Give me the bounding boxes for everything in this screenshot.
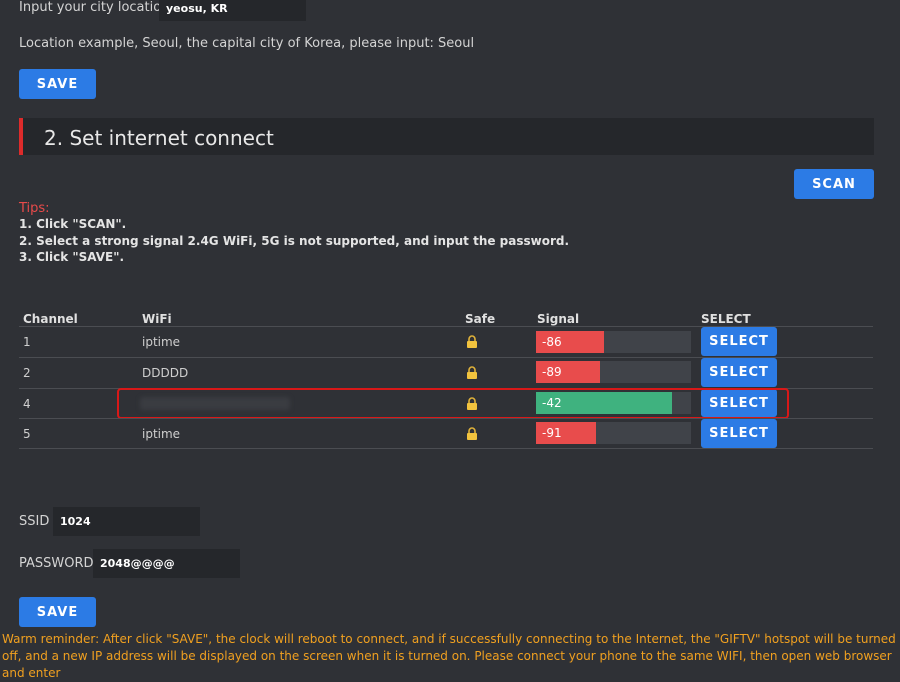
row-channel: 5 — [23, 427, 31, 441]
header-wifi: WiFi — [142, 312, 172, 326]
row-channel: 1 — [23, 335, 31, 349]
ssid-input[interactable]: 1024 — [53, 507, 200, 536]
row-wifi-name: iptime — [142, 427, 181, 441]
section-header: 2. Set internet connect — [19, 118, 874, 155]
wifi-save-button[interactable]: SAVE — [19, 597, 96, 627]
city-label: Input your city location: — [19, 0, 174, 15]
header-safe: Safe — [465, 312, 496, 326]
header-select: SELECT — [701, 312, 751, 326]
header-signal: Signal — [537, 312, 580, 326]
tips-title: Tips: — [19, 201, 50, 216]
password-input[interactable]: 2048@@@@ — [93, 549, 240, 578]
row-channel: 2 — [23, 366, 31, 380]
signal-bar: -89 — [536, 361, 691, 383]
select-button[interactable]: SELECT — [701, 419, 777, 448]
signal-bar: -91 — [536, 422, 691, 444]
header-channel: Channel — [23, 312, 78, 326]
lock-icon — [467, 366, 477, 379]
signal-bar: -86 — [536, 331, 691, 353]
select-button[interactable]: SELECT — [701, 358, 777, 387]
city-example-text: Location example, Seoul, the capital cit… — [19, 36, 475, 51]
row-wifi-name: DDDDD — [142, 366, 189, 380]
row-wifi-name: iptime — [142, 335, 181, 349]
signal-value: -86 — [542, 335, 562, 349]
password-label: PASSWORD : — [19, 556, 103, 571]
highlight-box — [117, 388, 789, 419]
lock-icon — [467, 427, 477, 440]
scan-button[interactable]: SCAN — [794, 169, 874, 199]
tip-item: 1. Click "SCAN". — [19, 217, 127, 231]
city-input[interactable]: yeosu, KR — [159, 0, 306, 21]
table-divider — [19, 448, 873, 449]
signal-value: -91 — [542, 426, 562, 440]
tip-item: 3. Click "SAVE". — [19, 250, 125, 264]
select-button[interactable]: SELECT — [701, 327, 777, 356]
section-title: 2. Set internet connect — [44, 126, 274, 150]
signal-value: -89 — [542, 365, 562, 379]
tip-item: 2. Select a strong signal 2.4G WiFi, 5G … — [19, 234, 570, 248]
lock-icon — [467, 335, 477, 348]
row-channel: 4 — [23, 397, 31, 411]
warning-text: Warm reminder: After click "SAVE", the c… — [2, 632, 896, 680]
city-save-button[interactable]: SAVE — [19, 69, 96, 99]
